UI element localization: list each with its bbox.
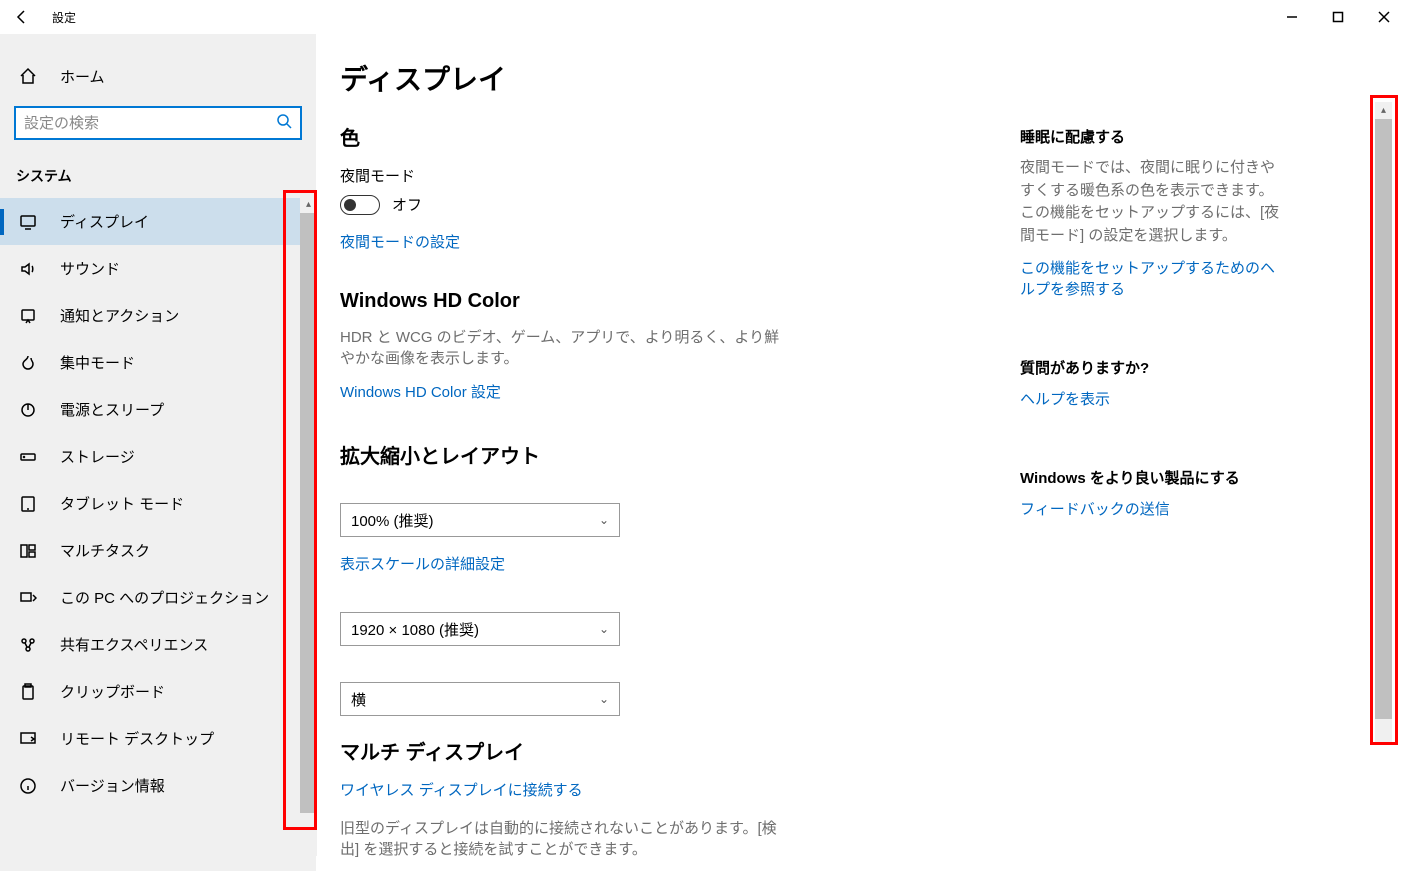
sidebar-item-about[interactable]: バージョン情報 — [0, 762, 316, 809]
sidebar-item-shared[interactable]: 共有エクスペリエンス — [0, 621, 316, 668]
maximize-button[interactable] — [1315, 0, 1361, 34]
sidebar-item-notification[interactable]: 通知とアクション — [0, 292, 316, 339]
scrollbar-thumb[interactable] — [300, 213, 317, 813]
sidebar-item-label: サウンド — [60, 258, 120, 279]
feedback-heading: Windows をより良い製品にする — [1020, 467, 1280, 488]
resolution-select[interactable]: 1920 × 1080 (推奨) ⌄ — [340, 612, 620, 646]
shared-icon — [18, 635, 38, 655]
main-content: ディスプレイ 色 夜間モード オフ 夜間モードの設定 Windows HD Co… — [316, 34, 1389, 871]
multi-heading: マルチ ディスプレイ — [340, 736, 960, 765]
sidebar-scrollbar[interactable]: ▴ — [300, 196, 317, 856]
sidebar-item-power[interactable]: 電源とスリープ — [0, 386, 316, 433]
sidebar-item-focus[interactable]: 集中モード — [0, 339, 316, 386]
power-icon — [18, 400, 38, 420]
scrollbar-thumb[interactable] — [1375, 119, 1392, 719]
about-icon — [18, 776, 38, 796]
sidebar: ホーム システム ディスプレイサウンド通知とアクション集中モード電源とスリープス… — [0, 34, 316, 871]
sleep-link[interactable]: この機能をセットアップするためのヘルプを参照する — [1020, 257, 1280, 299]
sidebar-item-label: リモート デスクトップ — [60, 728, 214, 749]
home-icon — [18, 66, 38, 86]
wireless-link[interactable]: ワイヤレス ディスプレイに接続する — [340, 779, 583, 800]
sidebar-item-tablet[interactable]: タブレット モード — [0, 480, 316, 527]
sidebar-item-label: 電源とスリープ — [60, 399, 164, 420]
chevron-down-icon: ⌄ — [599, 692, 609, 706]
question-heading: 質問がありますか? — [1020, 357, 1280, 378]
multi-desc: 旧型のディスプレイは自動的に接続されないことがあります。[検出] を選択すると接… — [340, 818, 790, 860]
window-title: 設定 — [44, 9, 76, 26]
sidebar-item-sound[interactable]: サウンド — [0, 245, 316, 292]
feedback-link[interactable]: フィードバックの送信 — [1020, 498, 1170, 519]
hdcolor-heading: Windows HD Color — [340, 290, 960, 313]
scale-value: 100% (推奨) — [351, 510, 434, 531]
sidebar-item-label: ストレージ — [60, 446, 135, 467]
scroll-up-icon[interactable]: ▴ — [300, 196, 317, 213]
sidebar-item-remote[interactable]: リモート デスクトップ — [0, 715, 316, 762]
color-heading: 色 — [340, 122, 960, 151]
display-icon — [18, 212, 38, 232]
sidebar-item-label: タブレット モード — [60, 493, 184, 514]
scroll-up-icon[interactable]: ▴ — [1375, 102, 1392, 119]
search-icon — [276, 113, 292, 133]
sidebar-item-display[interactable]: ディスプレイ — [0, 198, 316, 245]
search-field[interactable] — [24, 115, 276, 132]
orientation-select[interactable]: 横 ⌄ — [340, 682, 620, 716]
chevron-down-icon: ⌄ — [599, 622, 609, 636]
sidebar-item-multitask[interactable]: マルチタスク — [0, 527, 316, 574]
remote-icon — [18, 729, 38, 749]
sleep-heading: 睡眠に配慮する — [1020, 126, 1280, 147]
sidebar-item-clipboard[interactable]: クリップボード — [0, 668, 316, 715]
scale-heading: 拡大縮小とレイアウト — [340, 440, 960, 469]
home-button[interactable]: ホーム — [0, 54, 316, 98]
focus-icon — [18, 353, 38, 373]
sidebar-item-label: ディスプレイ — [60, 211, 149, 232]
active-indicator — [0, 209, 4, 235]
toggle-state: オフ — [392, 194, 422, 215]
sidebar-item-projection[interactable]: この PC へのプロジェクション — [0, 574, 316, 621]
sidebar-item-label: 共有エクスペリエンス — [60, 634, 208, 655]
sidebar-item-label: この PC へのプロジェクション — [60, 587, 269, 608]
clipboard-icon — [18, 682, 38, 702]
night-mode-toggle[interactable] — [340, 195, 380, 215]
sidebar-item-storage[interactable]: ストレージ — [0, 433, 316, 480]
sidebar-item-label: クリップボード — [60, 681, 165, 702]
sidebar-item-label: マルチタスク — [60, 540, 150, 561]
main-scrollbar[interactable]: ▴ — [1375, 102, 1392, 742]
night-mode-label: 夜間モード — [340, 165, 960, 186]
advanced-scale-link[interactable]: 表示スケールの詳細設定 — [340, 553, 505, 574]
sidebar-item-label: 集中モード — [60, 352, 135, 373]
chevron-down-icon: ⌄ — [599, 513, 609, 527]
multitask-icon — [18, 541, 38, 561]
tablet-icon — [18, 494, 38, 514]
sleep-desc: 夜間モードでは、夜間に眠りに付きやすくする暖色系の色を表示できます。この機能をセ… — [1020, 157, 1280, 247]
minimize-button[interactable] — [1269, 0, 1315, 34]
sound-icon — [18, 259, 38, 279]
hdcolor-desc: HDR と WCG のビデオ、ゲーム、アプリで、より明るく、より鮮やかな画像を表… — [340, 327, 790, 369]
night-mode-settings-link[interactable]: 夜間モードの設定 — [340, 231, 460, 252]
projection-icon — [18, 588, 38, 608]
storage-icon — [18, 447, 38, 467]
page-title: ディスプレイ — [340, 58, 1365, 98]
category-label: システム — [0, 150, 316, 198]
notification-icon — [18, 306, 38, 326]
search-input[interactable] — [14, 106, 302, 140]
sidebar-item-label: 通知とアクション — [60, 305, 179, 326]
orientation-value: 横 — [351, 689, 366, 710]
close-button[interactable] — [1361, 0, 1407, 34]
hdcolor-link[interactable]: Windows HD Color 設定 — [340, 381, 501, 402]
sidebar-item-label: バージョン情報 — [60, 775, 165, 796]
scale-select[interactable]: 100% (推奨) ⌄ — [340, 503, 620, 537]
home-label: ホーム — [60, 66, 105, 87]
help-link[interactable]: ヘルプを表示 — [1020, 388, 1110, 409]
back-button[interactable] — [0, 0, 44, 34]
titlebar: 設定 — [0, 0, 1407, 34]
resolution-value: 1920 × 1080 (推奨) — [351, 619, 479, 640]
